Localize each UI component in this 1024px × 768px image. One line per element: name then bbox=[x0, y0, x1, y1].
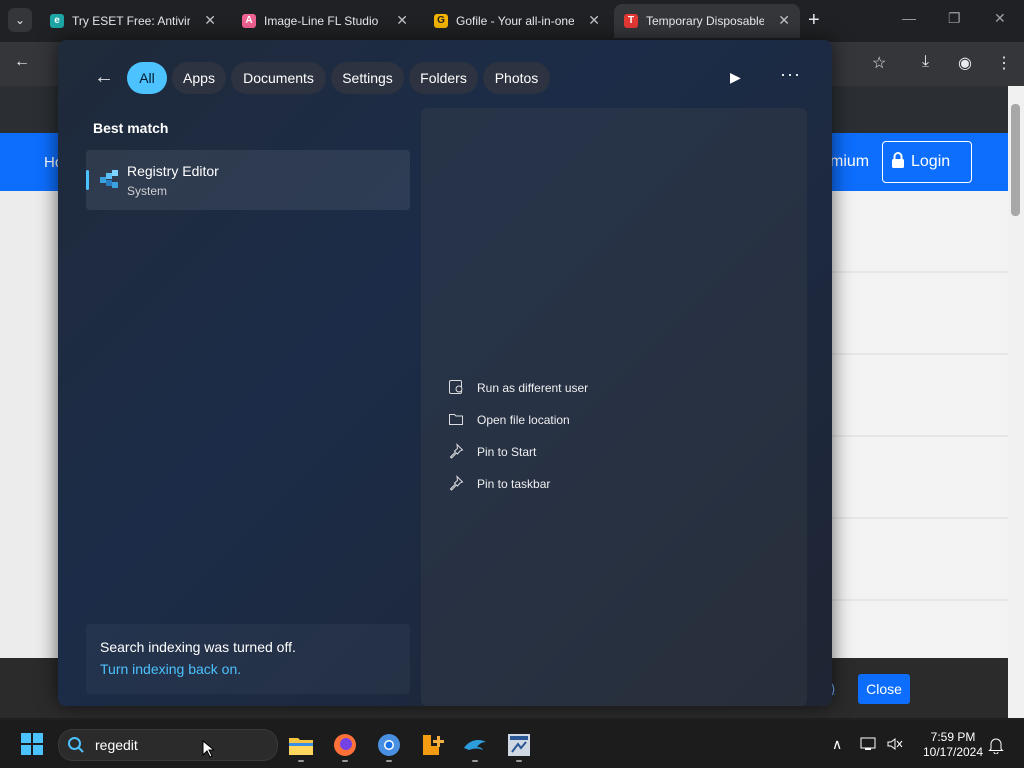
search-icon bbox=[67, 736, 85, 759]
search-input[interactable] bbox=[93, 734, 267, 756]
new-tab-button[interactable]: + bbox=[808, 9, 820, 32]
chrome-icon[interactable] bbox=[376, 732, 402, 758]
taskbar-search-box[interactable] bbox=[58, 729, 278, 761]
show-hidden-icons-chevron-icon[interactable]: ∧ bbox=[832, 736, 842, 753]
close-tab-icon[interactable]: ✕ bbox=[204, 12, 216, 29]
file-explorer-icon[interactable] bbox=[288, 732, 314, 758]
selection-accent bbox=[86, 170, 89, 190]
regedit-taskbar-icon[interactable] bbox=[506, 732, 532, 758]
webpage-left-edge bbox=[0, 191, 58, 658]
firefox-icon[interactable] bbox=[332, 732, 358, 758]
turn-indexing-on-link[interactable]: Turn indexing back on. bbox=[100, 661, 241, 677]
filter-folders[interactable]: Folders bbox=[409, 62, 478, 94]
bookmark-star-icon[interactable]: ☆ bbox=[872, 53, 886, 73]
login-label: Login bbox=[911, 153, 951, 170]
close-tab-icon[interactable]: ✕ bbox=[778, 12, 790, 29]
back-arrow-icon[interactable]: ← bbox=[14, 53, 30, 71]
pin-icon bbox=[448, 443, 464, 459]
tab-title: Image-Line FL Studio F bbox=[264, 14, 382, 28]
network-icon[interactable] bbox=[860, 736, 878, 755]
restore-button[interactable]: ❐ bbox=[948, 10, 961, 27]
cookie-close-button[interactable]: Close bbox=[858, 674, 910, 704]
lock-icon bbox=[891, 152, 905, 173]
tab-search-button[interactable]: ⌄ bbox=[8, 8, 32, 32]
nav-premium-link[interactable]: mium bbox=[830, 153, 869, 171]
login-button[interactable]: Login bbox=[882, 141, 972, 183]
browser-menu-icon[interactable]: ⋮ bbox=[996, 53, 1012, 73]
scrollbar-thumb[interactable] bbox=[1011, 104, 1020, 216]
filter-settings[interactable]: Settings bbox=[331, 62, 404, 94]
browser-tab-gofile[interactable]: G Gofile - Your all-in-one ✕ bbox=[424, 4, 610, 38]
indexing-notice: Search indexing was turned off. Turn ind… bbox=[86, 624, 410, 694]
windows-start-icon[interactable] bbox=[21, 733, 43, 755]
image-line-favicon-icon: A bbox=[242, 14, 256, 28]
eset-favicon-icon: e bbox=[50, 14, 64, 28]
running-indicator bbox=[516, 760, 522, 762]
close-window-button[interactable]: ✕ bbox=[994, 10, 1006, 27]
clock-date: 10/17/2024 bbox=[922, 745, 984, 759]
clock-time: 7:59 PM bbox=[930, 730, 976, 744]
running-indicator bbox=[298, 760, 304, 762]
notifications-bell-icon[interactable] bbox=[988, 736, 1004, 757]
browser-tab-temporary-disposable[interactable]: T Temporary Disposable ✕ bbox=[614, 4, 800, 38]
action-label: Pin to taskbar bbox=[477, 477, 551, 491]
pin-icon bbox=[448, 475, 464, 491]
result-type: System bbox=[127, 184, 168, 198]
temp-mail-favicon-icon: T bbox=[624, 14, 638, 28]
run-as-user-icon bbox=[448, 379, 464, 395]
tab-title: Try ESET Free: Antivirus bbox=[72, 14, 190, 28]
mouse-cursor-icon bbox=[202, 739, 216, 763]
best-match-heading: Best match bbox=[93, 120, 169, 136]
search-result-registry-editor[interactable]: Registry Editor System bbox=[86, 150, 410, 210]
result-name: Registry Editor bbox=[127, 163, 219, 179]
filter-all[interactable]: All bbox=[127, 62, 167, 94]
action-label: Run as different user bbox=[477, 381, 589, 395]
indexing-notice-text: Search indexing was turned off. bbox=[100, 639, 296, 655]
result-preview-pane bbox=[421, 108, 807, 706]
folder-icon bbox=[448, 411, 464, 427]
filter-apps[interactable]: Apps bbox=[172, 62, 226, 94]
tab-title: Gofile - Your all-in-one bbox=[456, 14, 574, 28]
running-indicator bbox=[386, 760, 392, 762]
back-arrow-icon[interactable]: ← bbox=[94, 66, 114, 89]
dolphin-app-icon[interactable] bbox=[462, 732, 488, 758]
download-icon[interactable]: ⤓ bbox=[922, 53, 929, 71]
filter-photos[interactable]: Photos bbox=[483, 62, 550, 94]
profile-icon[interactable]: ◉ bbox=[958, 53, 972, 73]
play-icon[interactable]: ▶ bbox=[730, 69, 741, 86]
volume-muted-icon[interactable] bbox=[886, 736, 904, 755]
action-label: Pin to Start bbox=[477, 445, 537, 459]
running-indicator bbox=[472, 760, 478, 762]
filter-documents[interactable]: Documents bbox=[231, 62, 326, 94]
registry-editor-icon bbox=[98, 168, 120, 190]
browser-tab-eset[interactable]: e Try ESET Free: Antivirus ✕ bbox=[40, 4, 226, 38]
fl-studio-icon[interactable] bbox=[420, 732, 446, 758]
gofile-favicon-icon: G bbox=[434, 14, 448, 28]
more-options-icon[interactable]: ··· bbox=[780, 64, 801, 85]
action-label: Open file location bbox=[477, 413, 570, 427]
close-tab-icon[interactable]: ✕ bbox=[588, 12, 600, 29]
minimize-button[interactable]: — bbox=[902, 10, 916, 26]
webpage-wood-background bbox=[832, 191, 1008, 658]
close-tab-icon[interactable]: ✕ bbox=[396, 12, 408, 29]
browser-tab-image-line[interactable]: A Image-Line FL Studio F ✕ bbox=[232, 4, 418, 38]
tab-title: Temporary Disposable bbox=[646, 14, 764, 28]
system-clock[interactable]: 7:59 PM 10/17/2024 bbox=[914, 730, 992, 760]
running-indicator bbox=[342, 760, 348, 762]
